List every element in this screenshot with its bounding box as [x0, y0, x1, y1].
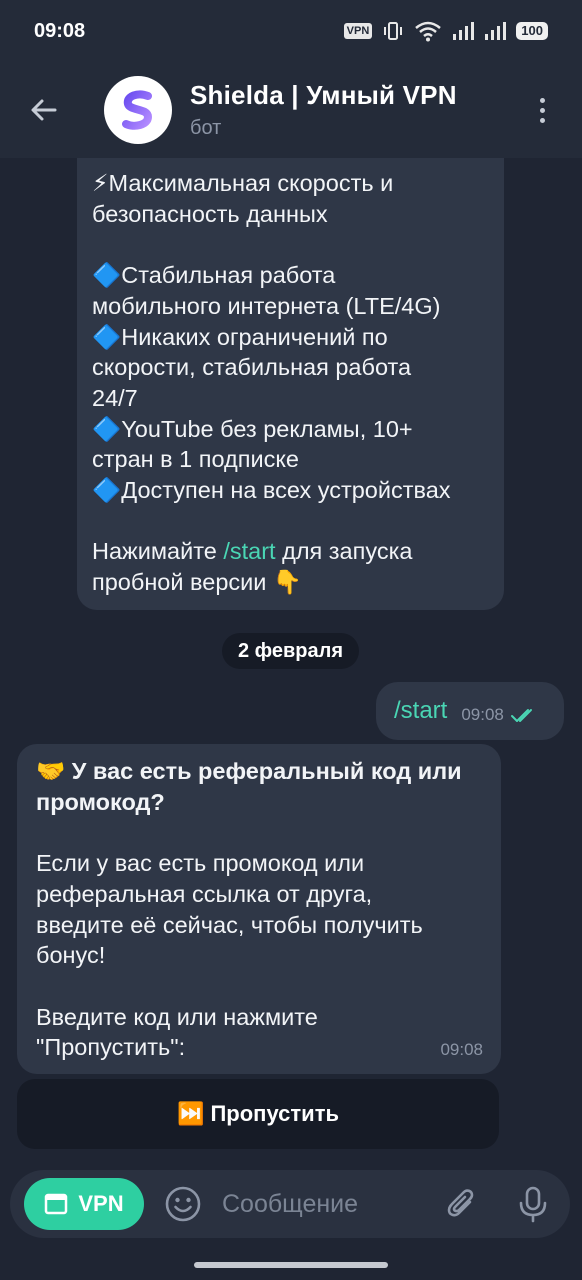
read-checkmarks-icon: [510, 709, 532, 722]
bot-message-referral: 🤝 У вас есть реферальный код или промоко…: [17, 744, 501, 1074]
message-title: 🤝 У вас есть реферальный код или промоко…: [36, 758, 462, 815]
signal-icon-2: [485, 22, 507, 40]
signal-icon: [453, 22, 475, 40]
bot-avatar[interactable]: [104, 76, 172, 144]
chat-title: Shielda | Умный VPN: [190, 80, 457, 110]
back-button[interactable]: [22, 88, 66, 132]
more-dot: [539, 107, 545, 113]
chat-title-block[interactable]: Shielda | Умный VPN бот: [190, 80, 522, 140]
vibrate-icon: [384, 22, 403, 40]
back-arrow-icon: [31, 99, 57, 121]
start-command-link[interactable]: /start: [223, 538, 275, 564]
message-time: 09:08: [461, 705, 504, 724]
more-dot: [539, 97, 545, 103]
emoji-icon[interactable]: [164, 1185, 202, 1223]
chat-area[interactable]: ⚡Максимальная скорость и безопасность да…: [0, 158, 582, 1170]
home-indicator[interactable]: [194, 1262, 388, 1268]
skip-button[interactable]: ⏭️ Пропустить: [17, 1079, 499, 1149]
more-options-button[interactable]: [522, 80, 562, 140]
more-dot: [539, 117, 545, 123]
window-icon: [45, 1193, 68, 1215]
battery-icon: 100: [516, 22, 548, 40]
status-icons: VPN 100: [343, 20, 548, 42]
message-text: ⚡Максимальная скорость и безопасность да…: [92, 170, 394, 227]
message-text: 🔷Стабильная работа мобильного интернета …: [92, 262, 451, 504]
user-message-text[interactable]: /start: [394, 697, 447, 725]
date-divider: 2 февраля: [222, 633, 359, 669]
paperclip-icon[interactable]: [442, 1185, 480, 1223]
message-text: Введите код или нажмите "Пропустить":: [36, 1003, 318, 1061]
message-time: 09:08: [440, 1040, 483, 1060]
bot-message-intro: ⚡Максимальная скорость и безопасность да…: [77, 158, 504, 610]
vpn-status-icon: VPN: [343, 23, 373, 39]
cta-prefix: Нажимайте: [92, 538, 224, 565]
message-input-bar: VPN Сообщение: [10, 1170, 570, 1238]
chat-header: Shielda | Умный VPN бот: [0, 62, 582, 158]
microphone-icon[interactable]: [514, 1185, 552, 1223]
user-message: /start 09:08: [376, 682, 564, 740]
vpn-menu-button[interactable]: VPN: [24, 1178, 144, 1230]
status-time: 09:08: [34, 19, 86, 42]
message-cta: Нажимайте /start для запуска пробной вер…: [92, 536, 490, 597]
shielda-logo-icon: [122, 90, 153, 130]
wifi-icon: [415, 21, 442, 42]
message-text: Если у вас есть промокод или реферальная…: [36, 850, 423, 969]
status-bar: 09:08 VPN 100: [0, 0, 582, 62]
chat-subtitle: бот: [190, 117, 222, 139]
message-input[interactable]: Сообщение: [222, 1190, 442, 1219]
vpn-button-label: VPN: [78, 1191, 124, 1216]
